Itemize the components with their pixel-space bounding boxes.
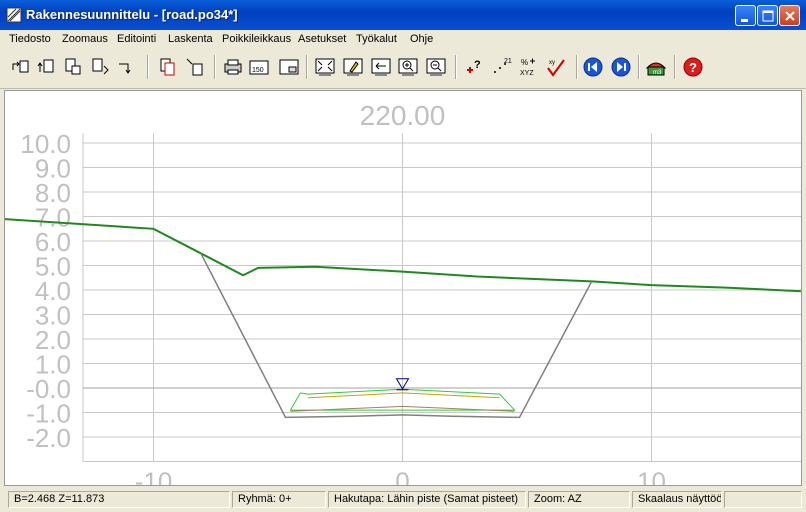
chart-title: 220.00 xyxy=(360,100,446,131)
doc-copy-icon xyxy=(92,58,109,75)
paste-button[interactable] xyxy=(184,56,206,78)
menu-bar: Tiedosto Zoomaus Editointi Laskenta Poik… xyxy=(0,30,806,48)
add-point-button[interactable]: ? xyxy=(464,56,486,78)
zoom-in-button[interactable] xyxy=(397,56,419,78)
svg-text:21: 21 xyxy=(504,58,512,65)
title-bar[interactable]: Rakennesuunnittelu - [road.po34*] xyxy=(0,0,806,30)
menu-tyokalut[interactable]: Työkalut xyxy=(356,33,397,45)
zoom-in-icon xyxy=(398,58,418,76)
printer-icon xyxy=(224,59,242,75)
menu-asetukset[interactable]: Asetukset xyxy=(298,33,346,45)
zoom-out-icon xyxy=(426,58,446,76)
next-circle-icon xyxy=(611,57,631,77)
status-bar: B=2.468 Z=11.873 Ryhmä: 0+ Hakutapa: Läh… xyxy=(0,488,806,512)
new-profile-button[interactable] xyxy=(10,56,32,78)
minimize-button[interactable] xyxy=(735,5,756,26)
toolbar-separator xyxy=(576,55,578,79)
volume-calc-button[interactable]: m3 xyxy=(645,56,667,78)
help-icon: ? xyxy=(683,57,703,77)
toolbar-separator xyxy=(674,55,676,79)
menu-ohje[interactable]: Ohje xyxy=(410,33,433,45)
open-profile-button[interactable] xyxy=(36,56,58,78)
zoom-all-button[interactable] xyxy=(314,56,336,78)
pen-monitor-icon xyxy=(343,58,363,76)
zoom-previous-button[interactable] xyxy=(370,56,392,78)
x-tick-label: 0 xyxy=(395,467,409,486)
status-scaling: Skaalaus näyttöön xyxy=(632,491,722,508)
checkmark-icon: xy xyxy=(547,59,565,77)
next-section-button[interactable] xyxy=(610,56,632,78)
toolbar-separator xyxy=(455,55,457,79)
x-tick-label: 10 xyxy=(637,467,666,486)
copy-icon xyxy=(160,58,175,76)
y-tick-label: -2.0 xyxy=(26,423,71,453)
status-empty-panel xyxy=(724,491,802,508)
maximize-button[interactable] xyxy=(757,5,778,26)
redo-doc-button[interactable] xyxy=(116,56,138,78)
svg-text:?: ? xyxy=(689,60,697,75)
paste-icon xyxy=(186,58,203,76)
svg-text:xy: xy xyxy=(549,60,555,66)
status-zoom: Zoom: AZ xyxy=(528,491,630,508)
status-group: Ryhmä: 0+ xyxy=(232,491,326,508)
status-coordinates: B=2.468 Z=11.873 xyxy=(8,491,230,508)
toolbar: 150 ? 21 % XYZ xy m3 ? xyxy=(0,48,806,89)
close-button[interactable] xyxy=(779,5,800,26)
svg-text:%: % xyxy=(521,58,528,67)
maximize-icon xyxy=(762,10,774,22)
svg-text:?: ? xyxy=(474,59,481,71)
scale-icon: 150 xyxy=(249,60,269,75)
close-icon xyxy=(785,11,795,21)
previous-circle-icon xyxy=(583,57,603,77)
doc-arrow-icon xyxy=(119,63,131,74)
minimize-icon xyxy=(741,19,748,22)
toolbar-separator xyxy=(147,55,149,79)
toolbar-separator xyxy=(214,55,216,79)
toolbar-separator xyxy=(306,55,308,79)
status-search-mode: Hakutapa: Lähin piste (Samat pisteet) xyxy=(328,491,526,508)
window-title: Rakennesuunnittelu - [road.po34*] xyxy=(26,7,238,22)
page-setup-button[interactable] xyxy=(278,56,300,78)
doc-up-icon xyxy=(37,59,54,73)
print-button[interactable] xyxy=(222,56,244,78)
scale-text: 150 xyxy=(252,67,264,74)
svg-text:XYZ: XYZ xyxy=(520,70,534,77)
page-layout-icon xyxy=(279,59,299,75)
scale-print-button[interactable]: 150 xyxy=(248,56,270,78)
help-button[interactable]: ? xyxy=(682,56,704,78)
new-doc-arrow-icon xyxy=(12,60,29,73)
toolbar-separator xyxy=(638,55,640,79)
point-numbering-button[interactable]: 21 xyxy=(491,56,513,78)
insert-doc-button[interactable] xyxy=(62,56,84,78)
app-icon xyxy=(6,7,22,23)
zoom-extents-icon xyxy=(315,58,335,76)
previous-section-button[interactable] xyxy=(582,56,604,78)
menu-laskenta[interactable]: Laskenta xyxy=(168,33,213,45)
svg-text:m3: m3 xyxy=(653,70,662,76)
doc-insert-icon xyxy=(65,58,81,75)
xyz-percent-icon: % XYZ xyxy=(520,58,535,77)
xyz-calc-button[interactable]: % XYZ xyxy=(518,56,540,78)
menu-tiedosto[interactable]: Tiedosto xyxy=(9,33,51,45)
copy-button[interactable] xyxy=(157,56,179,78)
point-sequence-icon: 21 xyxy=(494,58,512,73)
copy-doc-button[interactable] xyxy=(90,56,112,78)
cross-section-chart[interactable]: 10.09.08.07.06.05.04.03.02.01.0-0.0-1.0-… xyxy=(5,91,801,485)
zoom-pen-button[interactable] xyxy=(342,56,364,78)
menu-zoomaus[interactable]: Zoomaus xyxy=(62,33,108,45)
check-button[interactable]: xy xyxy=(545,56,567,78)
volume-m3-icon: m3 xyxy=(645,62,667,76)
menu-poikkileikkaus[interactable]: Poikkileikkaus xyxy=(222,33,291,45)
menu-editointi[interactable]: Editointi xyxy=(117,33,156,45)
add-question-icon: ? xyxy=(467,59,481,73)
series-layer-yellow xyxy=(307,392,500,399)
cross-section-canvas[interactable]: 10.0 9.0 8.0 7.0 6.0 5.0 4.0 3.0 2.0 1.0 -0.0 -1.0-… xyxy=(4,90,802,486)
zoom-out-button[interactable] xyxy=(425,56,447,78)
back-arrow-icon xyxy=(371,58,391,76)
x-tick-label: -10 xyxy=(135,467,173,486)
